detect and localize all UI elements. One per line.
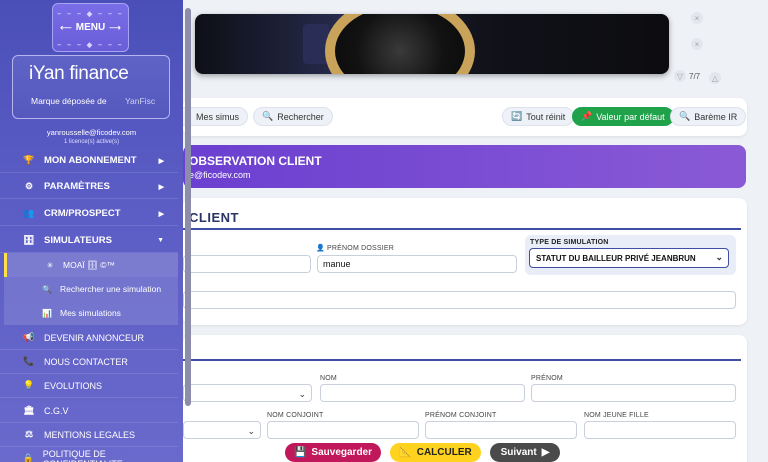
banner-close-icon[interactable]: × <box>691 12 703 24</box>
mes-simus-button[interactable]: Mes simus <box>183 107 249 126</box>
observation-header: OBSERVATION CLIENT e@ficodev.com <box>183 145 746 188</box>
client-section-title: CLIENT <box>189 210 239 225</box>
banner-down-icon[interactable]: ▽ <box>674 70 686 82</box>
chevron-down-icon: ⌄ <box>715 252 723 262</box>
sidebar-item-abonnement[interactable]: 🏆 MON ABONNEMENT ▶ <box>0 149 178 173</box>
logo-brand: YanFisc <box>125 96 156 106</box>
sidebar-link-annonceur[interactable]: 📢 DEVENIR ANNONCEUR <box>0 326 178 350</box>
toolbar: Mes simus 🔍 Rechercher 🔄 Tout réinit 📌 Vale… <box>183 98 747 136</box>
chevron-right-icon: ▶ <box>158 210 164 218</box>
sidebar-item-parametres[interactable]: ⚙ PARAMÈTRES ▶ <box>0 175 178 199</box>
people-icon: 👥 <box>23 208 35 218</box>
search-icon: 🔍 <box>679 111 691 121</box>
calculate-button[interactable]: 📐 CALCULER <box>390 443 481 462</box>
chevron-down-icon: ⌄ <box>298 389 306 399</box>
chevron-right-icon: ▶ <box>158 183 164 191</box>
gear-icon: ⚙ <box>24 181 34 191</box>
rechercher-button[interactable]: 🔍 Rechercher <box>253 107 333 126</box>
prenom-label: PRÉNOM <box>531 375 563 382</box>
search-icon: 🔍 <box>42 284 52 294</box>
banner-counter: 7/7 <box>689 72 701 81</box>
banner-close-icon-2[interactable]: × <box>691 38 703 50</box>
nom-input[interactable] <box>320 384 525 402</box>
observation-input[interactable] <box>183 291 736 309</box>
brand-logo[interactable]: iYan finance Marque déposée de YanFisc <box>12 55 170 119</box>
sidebar: – – – ◆ – – – ⟵ MENU ⟶ – – – ◆ – – – iYa… <box>0 0 183 462</box>
play-icon: ▶ <box>541 447 550 458</box>
logo-text: iYan finance <box>29 63 129 84</box>
banner-watch-image <box>325 14 475 74</box>
prenom-dossier-input[interactable]: manue <box>317 255 517 273</box>
nom-jeune-fille-input[interactable] <box>584 421 736 439</box>
client-card: CLIENT 👤 PRÉNOM DOSSIER manue TYPE DE SI… <box>183 198 747 325</box>
chevron-right-icon: ▶ <box>158 157 164 165</box>
lock-icon: 🔒 <box>22 453 34 462</box>
sidebar-subitem-moai[interactable]: ✳ MOAÏ 🗄 ©™ <box>4 253 178 277</box>
civilite-select[interactable]: ⌄ <box>183 384 312 402</box>
observation-email: e@ficodev.com <box>189 170 251 180</box>
bareme-ir-button[interactable]: 🔍 Barème IR <box>670 107 747 126</box>
reset-icon: 🔄 <box>511 111 523 121</box>
lightbulb-icon: 💡 <box>23 380 35 390</box>
bank-icon: 🏛 <box>23 405 35 415</box>
calculator-icon: 📐 <box>399 447 412 458</box>
simulation-type-box: TYPE DE SIMULATION STATUT DU BAILLEUR PR… <box>525 235 736 275</box>
licence-count: 1 licence(s) active(s) <box>63 139 119 145</box>
trophy-icon: 🏆 <box>23 155 35 165</box>
nom-jeune-fille-label: NOM JEUNE FILLE <box>584 412 649 419</box>
sidebar-link-evolutions[interactable]: 💡 EVOLUTIONS <box>0 374 178 398</box>
scales-icon: ⚖ <box>24 429 34 439</box>
nom-label: NOM <box>320 375 337 382</box>
sidebar-subitem-mes-simulations[interactable]: 📊 Mes simulations <box>4 301 178 325</box>
sparkle-icon: ✳ <box>46 260 54 270</box>
civilite-conjoint-select[interactable]: ⌄ <box>183 421 261 439</box>
prenom-input[interactable] <box>531 384 736 402</box>
sidebar-link-mentions[interactable]: ⚖ MENTIONS LEGALES <box>0 423 178 447</box>
user-email: yanrousselle@ficodev.com <box>46 128 137 137</box>
banner-up-icon[interactable]: △ <box>709 72 721 84</box>
save-button[interactable]: 💾 Sauvegarder <box>285 443 381 462</box>
sidebar-subitem-rechercher[interactable]: 🔍 Rechercher une simulation <box>4 277 178 301</box>
section-divider <box>183 228 741 230</box>
phone-icon: 📞 <box>23 356 35 366</box>
prenom-conjoint-input[interactable] <box>425 421 577 439</box>
pin-icon: 📌 <box>581 111 593 121</box>
tout-reinit-button[interactable]: 🔄 Tout réinit <box>502 107 575 126</box>
ad-banner[interactable] <box>195 14 669 74</box>
sidebar-item-crm[interactable]: 👥 CRM/PROSPECT ▶ <box>0 202 178 226</box>
sidebar-scrollbar[interactable] <box>185 8 191 406</box>
main-content: × × ▽ 7/7 △ Mes simus 🔍 Rechercher 🔄 Tout … <box>183 0 768 462</box>
prenom-dossier-label: 👤 PRÉNOM DOSSIER <box>316 245 395 252</box>
logo-tagline: Marque déposée de <box>31 96 107 106</box>
valeur-defaut-button[interactable]: 📌 Valeur par défaut <box>572 107 674 126</box>
observation-title: OBSERVATION CLIENT <box>189 154 322 168</box>
save-icon: 💾 <box>293 447 307 458</box>
chevron-down-icon: ▼ <box>157 237 164 244</box>
sidebar-link-confidentialite[interactable]: 🔒 POLITIQUE DE CONFIDENTIALITE <box>0 447 178 462</box>
chevron-down-icon: ⌄ <box>247 426 255 436</box>
section-divider <box>183 359 741 361</box>
nom-conjoint-label: NOM CONJOINT <box>267 412 324 419</box>
nom-conjoint-input[interactable] <box>267 421 419 439</box>
next-button[interactable]: Suivant ▶ <box>490 443 560 462</box>
sidebar-link-contact[interactable]: 📞 NOUS CONTACTER <box>0 350 178 374</box>
chart-icon: 📊 <box>42 308 52 318</box>
sidebar-item-simulateurs[interactable]: 🗄 SIMULATEURS ▼ <box>0 229 178 253</box>
sidebar-link-cgv[interactable]: 🏛 C.G.V <box>0 399 178 423</box>
simulation-type-select[interactable]: STATUT DU BAILLEUR PRIVÉ JEANBRUN ⌄ <box>529 248 729 268</box>
prenom-conjoint-label: PRÉNOM CONJOINT <box>425 412 497 419</box>
simulation-type-label: TYPE DE SIMULATION <box>530 239 609 246</box>
search-icon: 🔍 <box>262 111 274 121</box>
megaphone-icon: 📢 <box>23 332 35 342</box>
menu-button[interactable]: – – – ◆ – – – ⟵ MENU ⟶ – – – ◆ – – – <box>52 3 129 52</box>
menu-right-arrow-icon: ⟶ <box>109 23 121 32</box>
cabinet-icon: 🗄 <box>23 235 35 245</box>
nom-dossier-input[interactable] <box>183 255 311 273</box>
menu-left-arrow-icon: ⟵ <box>60 23 72 32</box>
